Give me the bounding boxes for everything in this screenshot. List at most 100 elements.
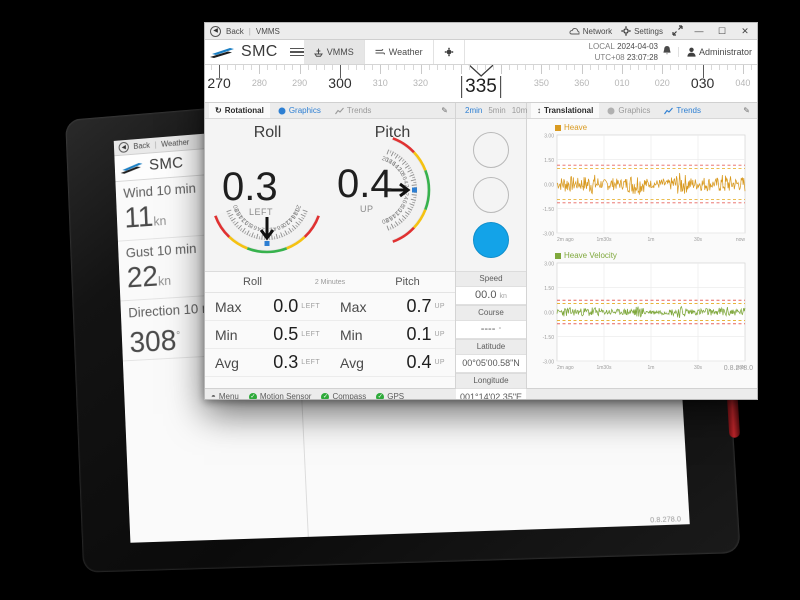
status-gps[interactable]: ✓GPS xyxy=(376,392,404,400)
status-lamp-1 xyxy=(473,132,509,168)
front-back-label[interactable]: Back xyxy=(226,27,244,36)
status-label: Compass xyxy=(332,392,366,400)
clock-utc-label: UTC+08 xyxy=(595,53,625,62)
chart-xtick-label: 1m xyxy=(648,237,655,243)
rotational-tab-graphics[interactable]: Graphics xyxy=(272,103,327,118)
bg-title-separator: | xyxy=(154,140,156,149)
front-menu-button[interactable]: ◓ Menu xyxy=(211,392,239,400)
chart-heave-legend-label: Heave xyxy=(564,123,587,132)
gauge-tick xyxy=(262,235,263,240)
gauge-tick xyxy=(387,150,389,155)
tab-weather[interactable]: Weather xyxy=(365,40,434,64)
ruler-minor-tick xyxy=(590,65,591,70)
user-menu[interactable]: Administrator xyxy=(678,47,752,57)
gauge-tick xyxy=(408,170,412,172)
front-brand: SMC xyxy=(241,43,278,61)
graphics-icon xyxy=(607,107,615,115)
network-label: Network xyxy=(583,27,612,36)
chart-heave-velocity[interactable]: Heave Velocity 3.001.500.00-1.50-3.002m … xyxy=(527,249,757,377)
range-selector: 2min 5min 10min xyxy=(456,103,526,119)
gauge-tick xyxy=(405,165,409,168)
minimize-button[interactable]: — xyxy=(692,26,706,36)
ruler-minor-tick xyxy=(654,65,655,70)
nav-course-value: ---- ° xyxy=(456,321,526,339)
rotational-panel: ↻ Rotational Graphics Trends ✎ xyxy=(205,103,456,388)
range-5min[interactable]: 5min xyxy=(488,106,505,115)
ruler-minor-tick xyxy=(364,65,365,70)
chart-ytick-label: 1.50 xyxy=(544,158,554,164)
restore-icon[interactable] xyxy=(672,25,683,38)
ruler-label: 360 xyxy=(574,78,589,88)
tab-settings-gear[interactable] xyxy=(434,40,465,64)
ruler-minor-tick xyxy=(243,65,244,70)
pencil-icon[interactable]: ✎ xyxy=(743,106,753,115)
ruler-minor-tick xyxy=(558,65,559,70)
nav-longitude-label: Longitude xyxy=(456,374,526,389)
bg-page-title: Weather xyxy=(161,138,189,149)
status-compass[interactable]: ✓Compass xyxy=(321,392,366,400)
ruler-tick xyxy=(662,65,663,74)
network-button[interactable]: Network xyxy=(569,27,612,36)
ruler-minor-tick xyxy=(372,65,373,70)
ruler-label: 310 xyxy=(373,78,388,88)
roll-value: 0.3 xyxy=(222,167,278,207)
compass-heading-ruler[interactable]: 335 270280290300310320350360010020030040 xyxy=(205,65,757,103)
ruler-minor-tick xyxy=(646,65,647,70)
bg-back-label[interactable]: Back xyxy=(133,141,150,151)
rotational-graphics-label: Graphics xyxy=(289,106,321,115)
chart-ytick-label: 0.00 xyxy=(544,183,554,189)
menu-icon[interactable] xyxy=(290,48,304,57)
expand-arrows-icon xyxy=(672,25,683,36)
maximize-button[interactable]: ☐ xyxy=(715,26,729,37)
status-lamp-2 xyxy=(473,177,509,213)
gauge-tick xyxy=(247,231,249,235)
ruler-minor-tick xyxy=(437,65,438,70)
ruler-minor-tick xyxy=(670,65,671,70)
front-appbar: SMC VMMS Weather LOCAL 2024-04-03 UTC+08… xyxy=(205,40,757,65)
translational-tab-trends[interactable]: Trends xyxy=(658,103,707,118)
pencil-icon[interactable]: ✎ xyxy=(441,106,451,115)
settings-button[interactable]: Settings xyxy=(621,26,663,36)
stats-row-avg: Avg0.3LEFT Avg0.4UP xyxy=(205,349,455,377)
back-icon[interactable]: ◀ xyxy=(210,26,221,37)
titlebar-actions: Network Settings — ☐ ✕ xyxy=(569,25,752,38)
chart-xtick-label: 2m ago xyxy=(557,365,574,371)
gauge-tick xyxy=(281,232,283,237)
pitch-direction: UP xyxy=(360,204,374,214)
stats-suffix: UP xyxy=(434,359,445,366)
bell-icon[interactable] xyxy=(662,43,672,61)
ruler-minor-tick xyxy=(751,65,752,70)
chart-heave[interactable]: Heave 3.001.500.00-1.50-3.002m ago1m30s1… xyxy=(527,121,757,249)
check-icon: ✓ xyxy=(249,393,257,401)
ruler-tick xyxy=(541,65,542,74)
ruler-minor-tick xyxy=(445,65,446,70)
back-icon[interactable]: ◀ xyxy=(118,142,129,153)
ruler-tick xyxy=(622,65,623,74)
nav-field-latitude: Latitude 00°05'00.58"N xyxy=(456,339,526,373)
ship-icon xyxy=(314,48,323,57)
pitch-value: 0.4 xyxy=(337,164,393,204)
chart-heave-velocity-svg: 3.001.500.00-1.50-3.002m ago1m30s1m30sno… xyxy=(527,249,751,377)
ruler-minor-tick xyxy=(735,65,736,70)
close-button[interactable]: ✕ xyxy=(738,26,752,37)
navigation-panel: 2min 5min 10min Speed 00.0 kn Course - xyxy=(456,103,527,388)
ruler-label: 270 xyxy=(207,75,230,91)
rotational-tab-trends[interactable]: Trends xyxy=(329,103,378,118)
ruler-minor-tick xyxy=(606,65,607,70)
gauge-tick xyxy=(391,224,393,228)
ruler-minor-tick xyxy=(316,65,317,70)
gauge-tick xyxy=(289,228,292,232)
ruler-minor-tick xyxy=(477,65,478,70)
ruler-minor-tick xyxy=(356,65,357,70)
range-2min[interactable]: 2min xyxy=(465,106,482,115)
gauge-tick xyxy=(409,204,414,206)
ruler-minor-tick xyxy=(292,65,293,70)
ruler-minor-tick xyxy=(727,65,728,70)
screenshot-stage: ◀ Back | Weather SMC Wind 10 min xyxy=(0,0,800,600)
range-options: 2min 5min 10min xyxy=(460,106,533,115)
translational-panel-header: ↕ Translational Graphics Trends ✎ xyxy=(527,103,757,119)
gust-value: 22 xyxy=(126,260,158,294)
tab-vmms[interactable]: VMMS xyxy=(304,40,365,64)
translational-tab-graphics[interactable]: Graphics xyxy=(601,103,656,118)
status-motion-sensor[interactable]: ✓Motion Sensor xyxy=(249,392,312,400)
